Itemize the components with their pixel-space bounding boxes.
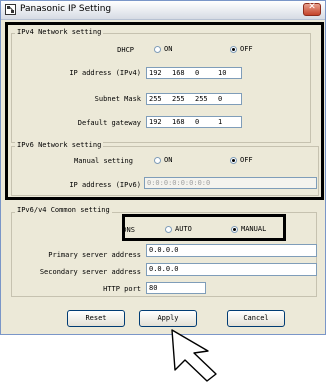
radio-indicator-selected [230,156,237,164]
ip-octet: 0 [195,69,200,77]
ipv4-address-label: IP address (IPv4) [69,69,141,77]
manual-off-radio[interactable]: OFF [230,156,253,164]
ip-octet: 10 [218,69,227,77]
dhcp-label: DHCP [117,46,134,54]
cancel-button[interactable]: Cancel [227,310,285,327]
ip-octet: 1 [218,118,223,126]
ip-octet: 168 [172,118,185,126]
secondary-server-field[interactable]: 0.0.0.0 [146,263,317,276]
manual-setting-label: Manual setting [73,157,133,165]
ip-setting-window: Panasonic IP Setting IPv4 Network settin… [0,0,326,335]
ip-octet: 192 [149,118,162,126]
dhcp-on-radio[interactable]: ON [154,45,172,53]
ip-octet: 0 [218,95,223,103]
manual-on-radio[interactable]: ON [154,156,172,164]
dns-label: DNS [122,226,135,234]
common-group-title: IPv6/v4 Common setting [15,206,112,214]
gateway-label: Default gateway [77,119,141,127]
radio-indicator [154,156,161,164]
ipv4-group-title: IPv4 Network setting [15,28,104,36]
title-bar: Panasonic IP Setting [1,1,325,20]
dns-manual-label: MANUAL [241,225,267,233]
subnet-label: Subnet Mask [94,95,141,103]
dhcp-off-label: OFF [240,45,253,53]
dns-auto-radio[interactable]: AUTO [165,225,192,233]
radio-indicator [154,45,161,53]
radio-indicator-selected [231,225,238,233]
ip-octet: 168 [172,69,185,77]
http-port-field[interactable]: 80 [146,282,206,294]
network-settings-icon [5,4,16,15]
radio-indicator-selected [230,45,237,53]
ipv6-address-label: IP address (IPv6) [69,181,141,189]
ipv6-address-field[interactable]: 0:0:0:0:0:0:0:0 [144,177,317,189]
dns-manual-radio[interactable]: MANUAL [231,225,266,233]
secondary-server-label: Secondary server address [39,268,141,276]
dns-auto-label: AUTO [175,225,192,233]
primary-server-field[interactable]: 0.0.0.0 [146,244,317,257]
dhcp-on-label: ON [164,45,173,53]
ip-octet: 255 [172,95,185,103]
arrow-cursor-icon [171,329,217,382]
apply-button[interactable]: Apply [139,310,197,327]
subnet-mask-field[interactable]: 255 255 255 0 [146,93,242,105]
manual-off-label: OFF [240,156,253,164]
http-port-label: HTTP port [103,285,141,293]
ip-octet: 0 [195,118,200,126]
ipv4-address-field[interactable]: 192 168 0 10 [146,67,242,79]
ipv6-group-title: IPv6 Network setting [15,141,104,149]
close-button[interactable] [303,2,321,16]
dhcp-off-radio[interactable]: OFF [230,45,253,53]
default-gateway-field[interactable]: 192 168 0 1 [146,116,242,128]
ip-octet: 255 [195,95,208,103]
ip-octet: 255 [149,95,162,103]
window-title: Panasonic IP Setting [20,4,112,14]
primary-server-label: Primary server address [48,251,141,259]
manual-on-label: ON [164,156,173,164]
radio-indicator [165,225,172,233]
ip-octet: 192 [149,69,162,77]
reset-button[interactable]: Reset [67,310,125,327]
